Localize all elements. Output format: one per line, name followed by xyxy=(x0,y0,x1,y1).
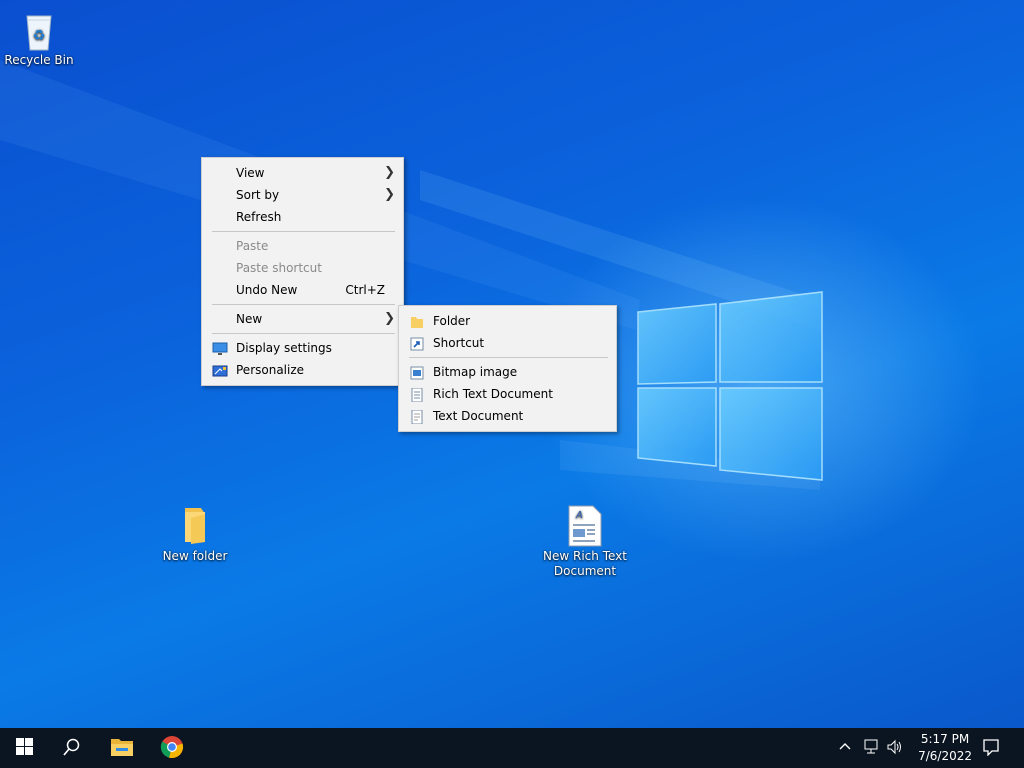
desktop-icon-new-folder[interactable]: New folder xyxy=(150,504,240,564)
chevron-right-icon: ❯ xyxy=(384,311,395,326)
menu-item-new[interactable]: New ❯ xyxy=(202,308,403,330)
chevron-up-icon[interactable] xyxy=(838,739,852,756)
start-button[interactable] xyxy=(0,728,48,768)
menu-item-display-settings[interactable]: Display settings xyxy=(202,337,403,359)
taskbar-clock[interactable]: 5:17 PM 7/6/2022 xyxy=(918,731,972,765)
submenu-item-rich-text-document[interactable]: Rich Text Document xyxy=(399,383,616,405)
chrome-button[interactable] xyxy=(148,728,196,768)
search-icon xyxy=(63,738,81,759)
display-icon xyxy=(212,341,228,355)
search-button[interactable] xyxy=(48,728,96,768)
svg-text:♻: ♻ xyxy=(33,28,46,44)
action-center-button[interactable] xyxy=(968,728,1014,768)
menu-separator xyxy=(409,357,608,358)
submenu-item-bitmap-image[interactable]: Bitmap image xyxy=(399,361,616,383)
menu-separator xyxy=(212,304,395,305)
file-explorer-button[interactable] xyxy=(98,728,146,768)
rtf-document-icon: A xyxy=(565,504,605,547)
menu-item-undo-new[interactable]: Undo New Ctrl+Z xyxy=(202,279,403,301)
menu-item-paste-shortcut: Paste shortcut xyxy=(236,261,322,275)
menu-item-personalize[interactable]: Personalize xyxy=(202,359,403,381)
desktop-icon-label: New folder xyxy=(162,549,228,563)
desktop-icon-new-rich-text-document[interactable]: A New Rich Text Document xyxy=(540,504,630,579)
start-icon xyxy=(15,738,33,758)
taskbar: 5:17 PM 7/6/2022 xyxy=(0,728,1024,768)
desktop-context-menu: View ❯ Sort by ❯ Refresh Paste Paste sho… xyxy=(201,157,404,386)
text-document-icon xyxy=(409,409,425,425)
windows-logo-wallpaper xyxy=(636,290,824,482)
personalize-icon xyxy=(212,363,228,377)
folder-icon xyxy=(175,504,215,546)
volume-icon[interactable] xyxy=(886,739,904,758)
shortcut-icon xyxy=(409,336,425,351)
file-explorer-icon xyxy=(110,737,134,760)
chevron-right-icon: ❯ xyxy=(384,187,395,202)
bitmap-icon xyxy=(409,365,425,380)
folder-icon xyxy=(409,314,425,328)
new-submenu: Folder Shortcut Bitmap image Rich Text D… xyxy=(398,305,617,432)
svg-text:A: A xyxy=(575,510,583,521)
network-icon[interactable] xyxy=(862,739,880,758)
menu-item-sort-by[interactable]: Sort by ❯ xyxy=(202,184,403,206)
clock-date: 7/6/2022 xyxy=(918,749,972,763)
menu-item-view[interactable]: View ❯ xyxy=(202,162,403,184)
desktop-icon-label: New Rich Text Document xyxy=(543,549,627,578)
rtf-document-icon xyxy=(409,387,425,403)
menu-shortcut: Ctrl+Z xyxy=(345,283,385,297)
menu-item-refresh[interactable]: Refresh xyxy=(202,206,403,228)
submenu-item-shortcut[interactable]: Shortcut xyxy=(399,332,616,354)
submenu-item-text-document[interactable]: Text Document xyxy=(399,405,616,427)
chrome-icon xyxy=(160,735,184,762)
desktop-icon-label: Recycle Bin xyxy=(4,53,74,67)
desktop-icon-recycle-bin[interactable]: ♻ Recycle Bin xyxy=(0,8,84,68)
recycle-bin-icon: ♻ xyxy=(19,8,59,51)
menu-item-paste: Paste xyxy=(236,239,269,253)
action-center-icon xyxy=(982,738,1000,759)
menu-separator xyxy=(212,231,395,232)
chevron-right-icon: ❯ xyxy=(384,165,395,180)
clock-time: 5:17 PM xyxy=(920,732,970,746)
submenu-item-folder[interactable]: Folder xyxy=(399,310,616,332)
menu-separator xyxy=(212,333,395,334)
